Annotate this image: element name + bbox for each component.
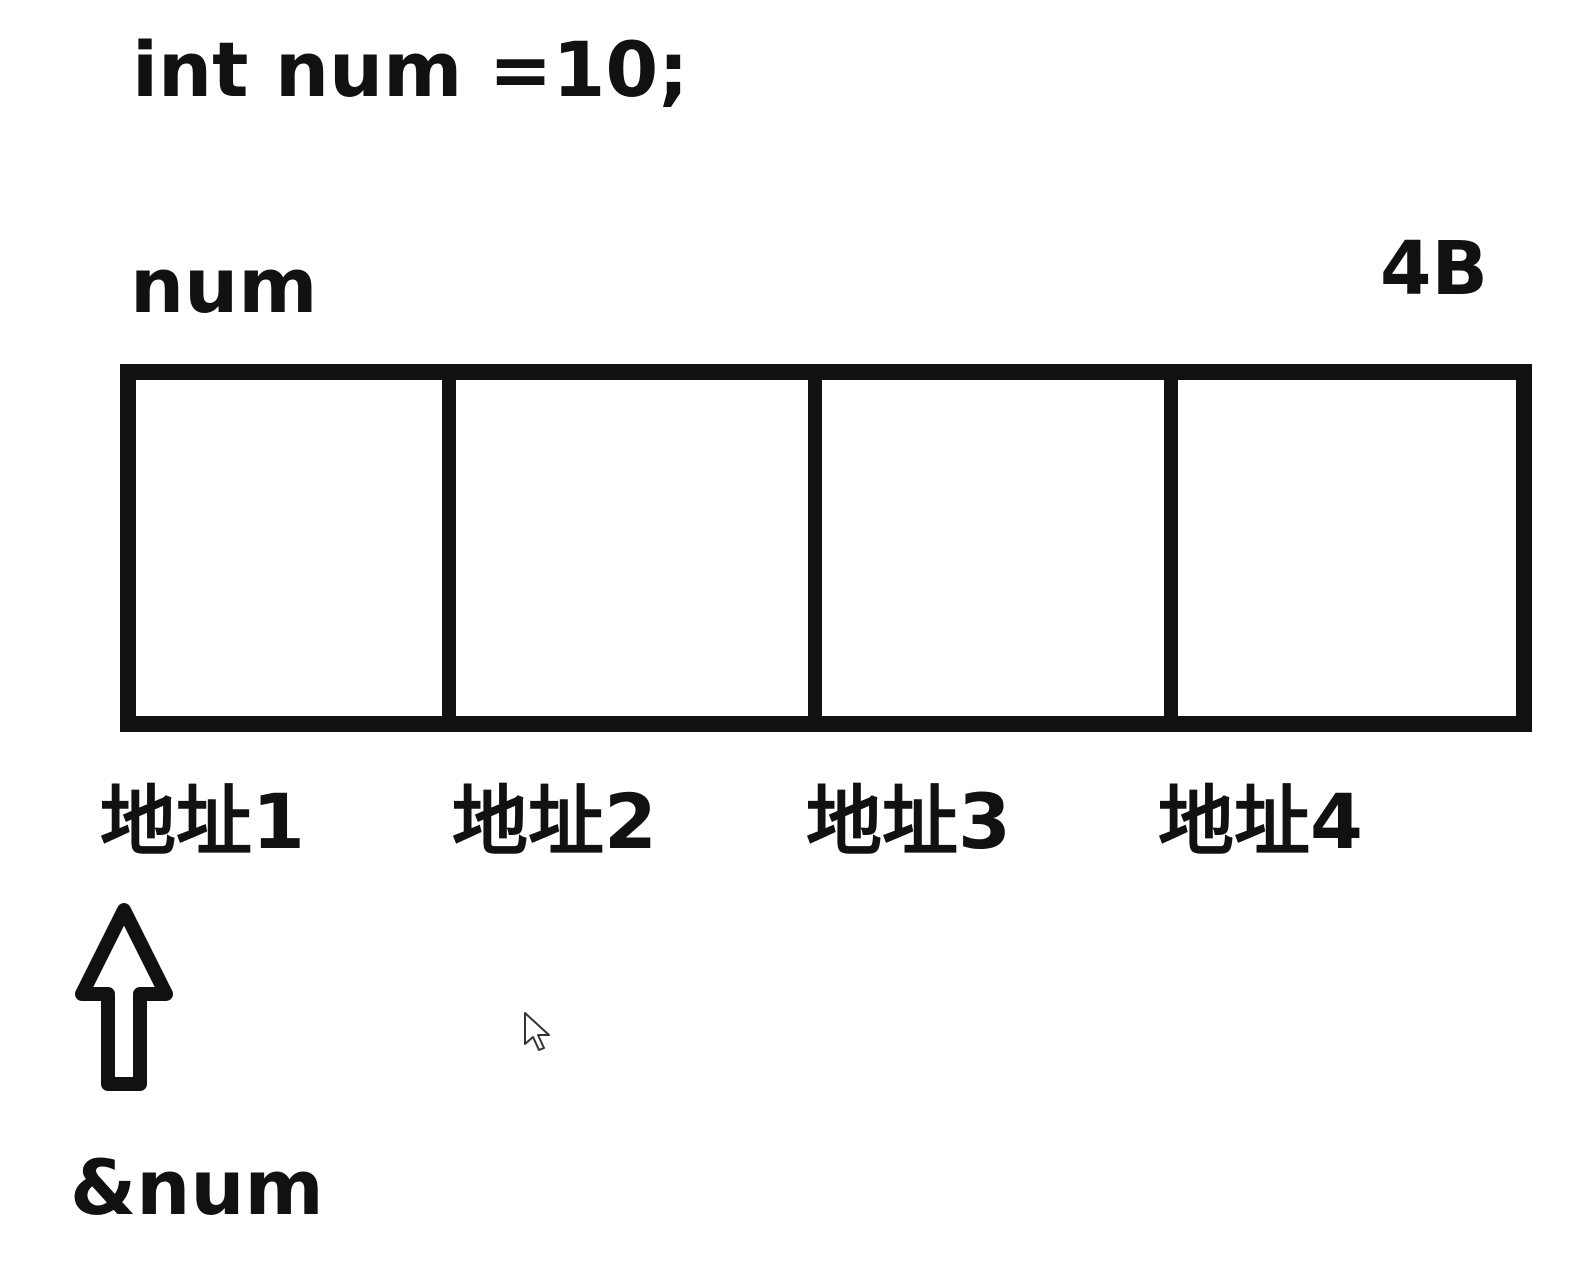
address-label-3: 地址3 xyxy=(806,777,1011,866)
variable-name-label: num xyxy=(130,241,318,330)
code-statement: int num =10; xyxy=(132,25,689,114)
up-arrow-icon xyxy=(75,903,173,1091)
address-label-4: 地址4 xyxy=(1158,777,1363,866)
cell-divider xyxy=(808,380,822,716)
address-label-2: 地址2 xyxy=(452,777,657,866)
size-label: 4B xyxy=(1380,226,1488,312)
address-label-1: 地址1 xyxy=(100,777,305,866)
mouse-pointer-icon xyxy=(524,1012,550,1051)
cell-divider xyxy=(1164,380,1178,716)
address-of-operator-label: &num xyxy=(70,1143,324,1232)
memory-block xyxy=(120,364,1532,732)
cell-divider xyxy=(442,380,456,716)
